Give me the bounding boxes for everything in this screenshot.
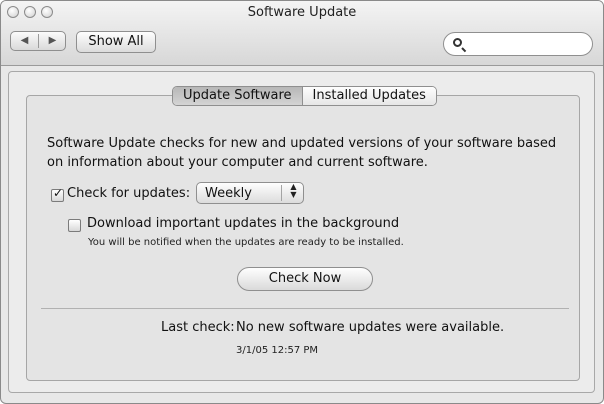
software-update-window: Software Update ◀ ▶ Show All Update Soft… xyxy=(0,0,604,404)
check-now-button[interactable]: Check Now xyxy=(237,267,373,291)
select-divider xyxy=(281,185,282,201)
back-forward-control: ◀ ▶ xyxy=(10,31,66,51)
window-title: Software Update xyxy=(247,5,357,20)
background-download-checkbox[interactable] xyxy=(68,219,81,232)
show-all-button[interactable]: Show All xyxy=(76,31,156,53)
up-down-arrow-icon: ▲ ▼ xyxy=(290,182,297,199)
tab-installed-updates[interactable]: Installed Updates xyxy=(302,87,436,105)
back-icon[interactable]: ◀ xyxy=(11,32,38,50)
divider xyxy=(41,308,569,309)
select-value: Weekly xyxy=(205,186,252,201)
last-check-timestamp: 3/1/05 12:57 PM xyxy=(236,345,319,356)
check-for-updates-label: Check for updates: xyxy=(67,186,191,201)
notification-note: You will be notified when the updates ar… xyxy=(88,237,404,248)
update-frequency-select[interactable]: Weekly ▲ ▼ xyxy=(196,182,304,204)
background-download-label: Download important updates in the backgr… xyxy=(87,216,400,231)
search-field[interactable] xyxy=(443,32,593,56)
checkmark-icon: ✓ xyxy=(53,186,64,200)
description-text: Software Update checks for new and updat… xyxy=(47,136,557,170)
tab-segmented-control: Update Software Installed Updates xyxy=(172,86,437,106)
tab-update-software[interactable]: Update Software xyxy=(173,87,303,105)
forward-icon[interactable]: ▶ xyxy=(39,32,66,50)
last-check-label: Last check: xyxy=(161,320,235,335)
search-icon xyxy=(453,38,462,47)
title-bar: Software Update ◀ ▶ Show All xyxy=(1,1,603,66)
check-for-updates-checkbox[interactable]: ✓ xyxy=(51,186,64,202)
last-check-status: No new software updates were available. xyxy=(236,320,505,335)
